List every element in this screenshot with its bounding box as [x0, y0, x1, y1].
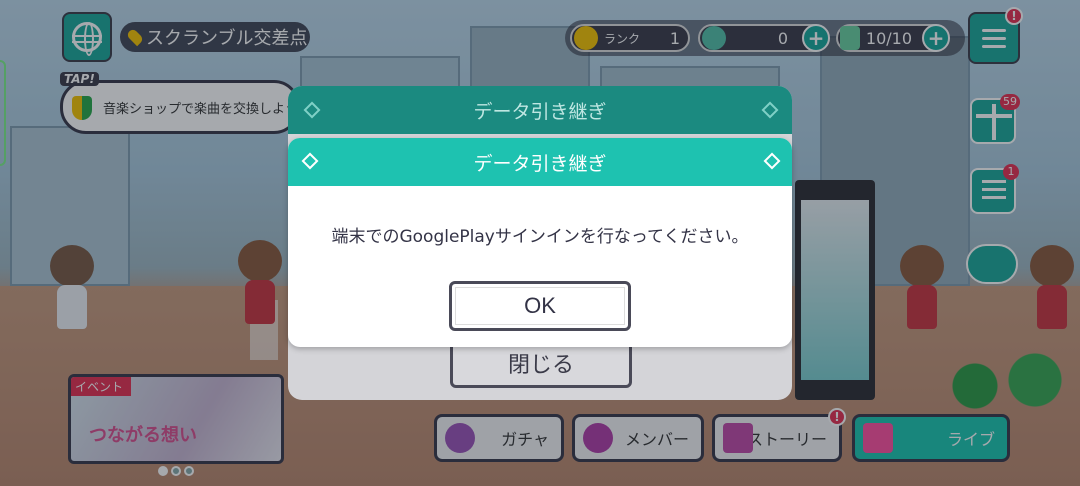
data-transfer-dialog: データ引き継ぎ 端末でのGooglePlayサインインを行なってください。 OK — [288, 138, 792, 347]
back-dialog-title: データ引き継ぎ — [473, 100, 607, 123]
dialog-message: 端末でのGooglePlayサインインを行なってください。 — [331, 227, 749, 247]
dialog-title: データ引き継ぎ — [473, 152, 607, 175]
dialog-header: データ引き継ぎ — [288, 138, 792, 186]
back-dialog-header: データ引き継ぎ — [288, 86, 792, 134]
ok-button[interactable]: OK — [449, 281, 631, 331]
